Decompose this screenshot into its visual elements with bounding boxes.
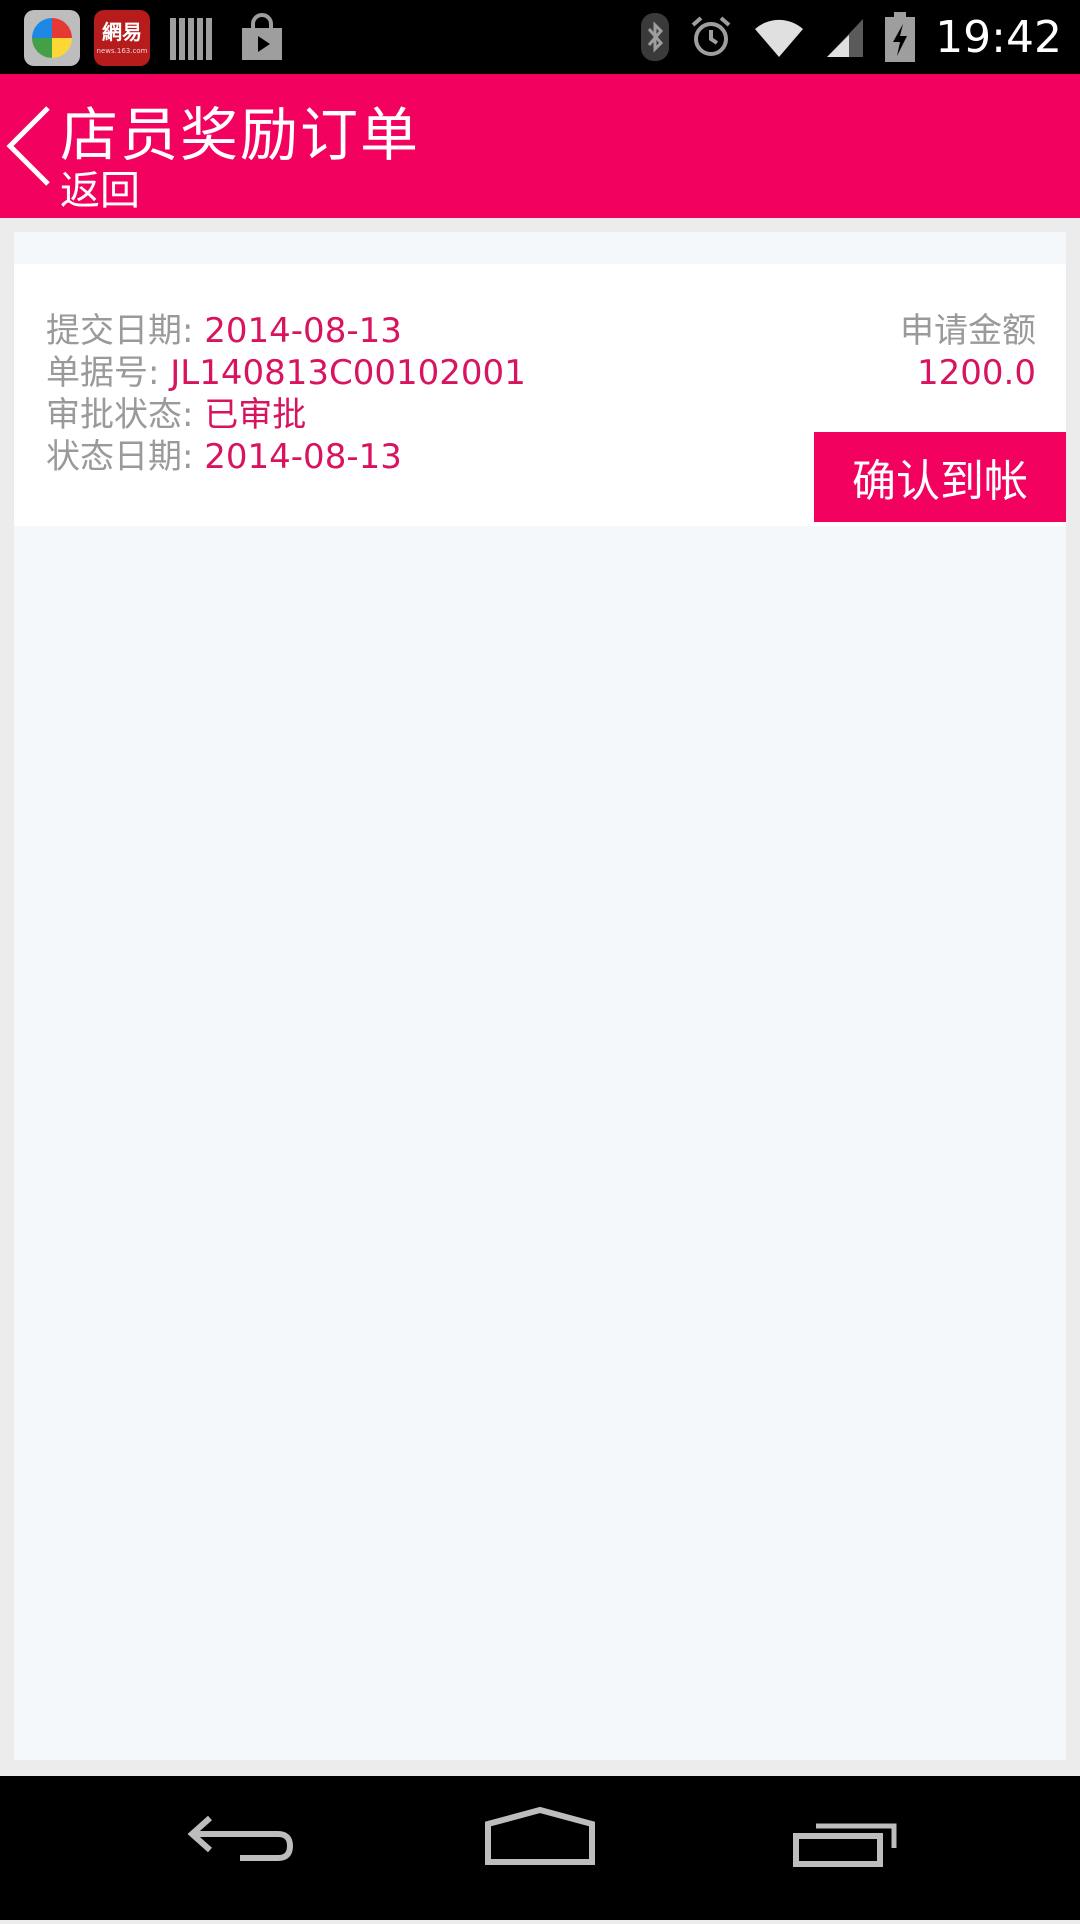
nav-back-button[interactable] (140, 1776, 340, 1920)
battery-charging-icon (885, 12, 916, 62)
alarm-icon (691, 16, 731, 56)
amount-value: 1200.0 (917, 353, 1036, 393)
home-icon (485, 1806, 595, 1865)
submit-date-label: 提交日期: (46, 311, 205, 351)
approval-status-label: 审批状态: (46, 395, 205, 435)
doc-no-row: 单据号: JL140813C00102001 (46, 352, 526, 394)
doc-no-label: 单据号: (46, 353, 171, 393)
library-icon (170, 18, 212, 60)
netease-icon-subtext: news.163.com (96, 46, 148, 55)
nav-recent-apps-button[interactable] (740, 1776, 940, 1920)
status-bar: 網易 news.163.com 19:42 (0, 0, 1080, 74)
status-date-label: 状态日期: (46, 437, 205, 477)
chevron-left-icon (6, 106, 50, 186)
system-status-icons: 19:42 (641, 0, 1062, 74)
app-header: 店员奖励订单 返回 (0, 74, 1080, 218)
netease-icon: 網易 news.163.com (94, 10, 150, 66)
wifi-icon (755, 19, 804, 57)
amount-label: 申请金额 (900, 311, 1036, 351)
signal-icon (827, 19, 864, 57)
status-date-value: 2014-08-13 (204, 437, 402, 477)
game-center-icon (24, 10, 80, 66)
submit-date-value: 2014-08-13 (204, 311, 402, 351)
navigation-bar (0, 1776, 1080, 1920)
nav-home-button[interactable] (440, 1776, 640, 1920)
status-date-row: 状态日期: 2014-08-13 (46, 436, 402, 478)
recent-apps-icon (793, 1823, 897, 1867)
netease-icon-text: 網易 (102, 19, 142, 44)
approval-status-value: 已审批 (204, 395, 307, 435)
notification-icons: 網易 news.163.com (24, 10, 290, 66)
bluetooth-icon (641, 13, 670, 61)
back-button[interactable] (0, 74, 60, 218)
shopping-bag-icon (242, 13, 282, 60)
confirm-received-button[interactable]: 确认到帐 (814, 432, 1066, 522)
doc-no-value: JL140813C00102001 (170, 353, 526, 393)
back-icon (187, 1815, 293, 1861)
order-list: 提交日期: 2014-08-13 单据号: JL140813C00102001 … (14, 232, 1066, 1760)
back-label[interactable]: 返回 (60, 158, 140, 216)
clock: 19:42 (935, 11, 1062, 63)
order-card: 提交日期: 2014-08-13 单据号: JL140813C00102001 … (14, 264, 1066, 526)
submit-date-row: 提交日期: 2014-08-13 (46, 310, 402, 352)
approval-status-row: 审批状态: 已审批 (46, 394, 306, 436)
